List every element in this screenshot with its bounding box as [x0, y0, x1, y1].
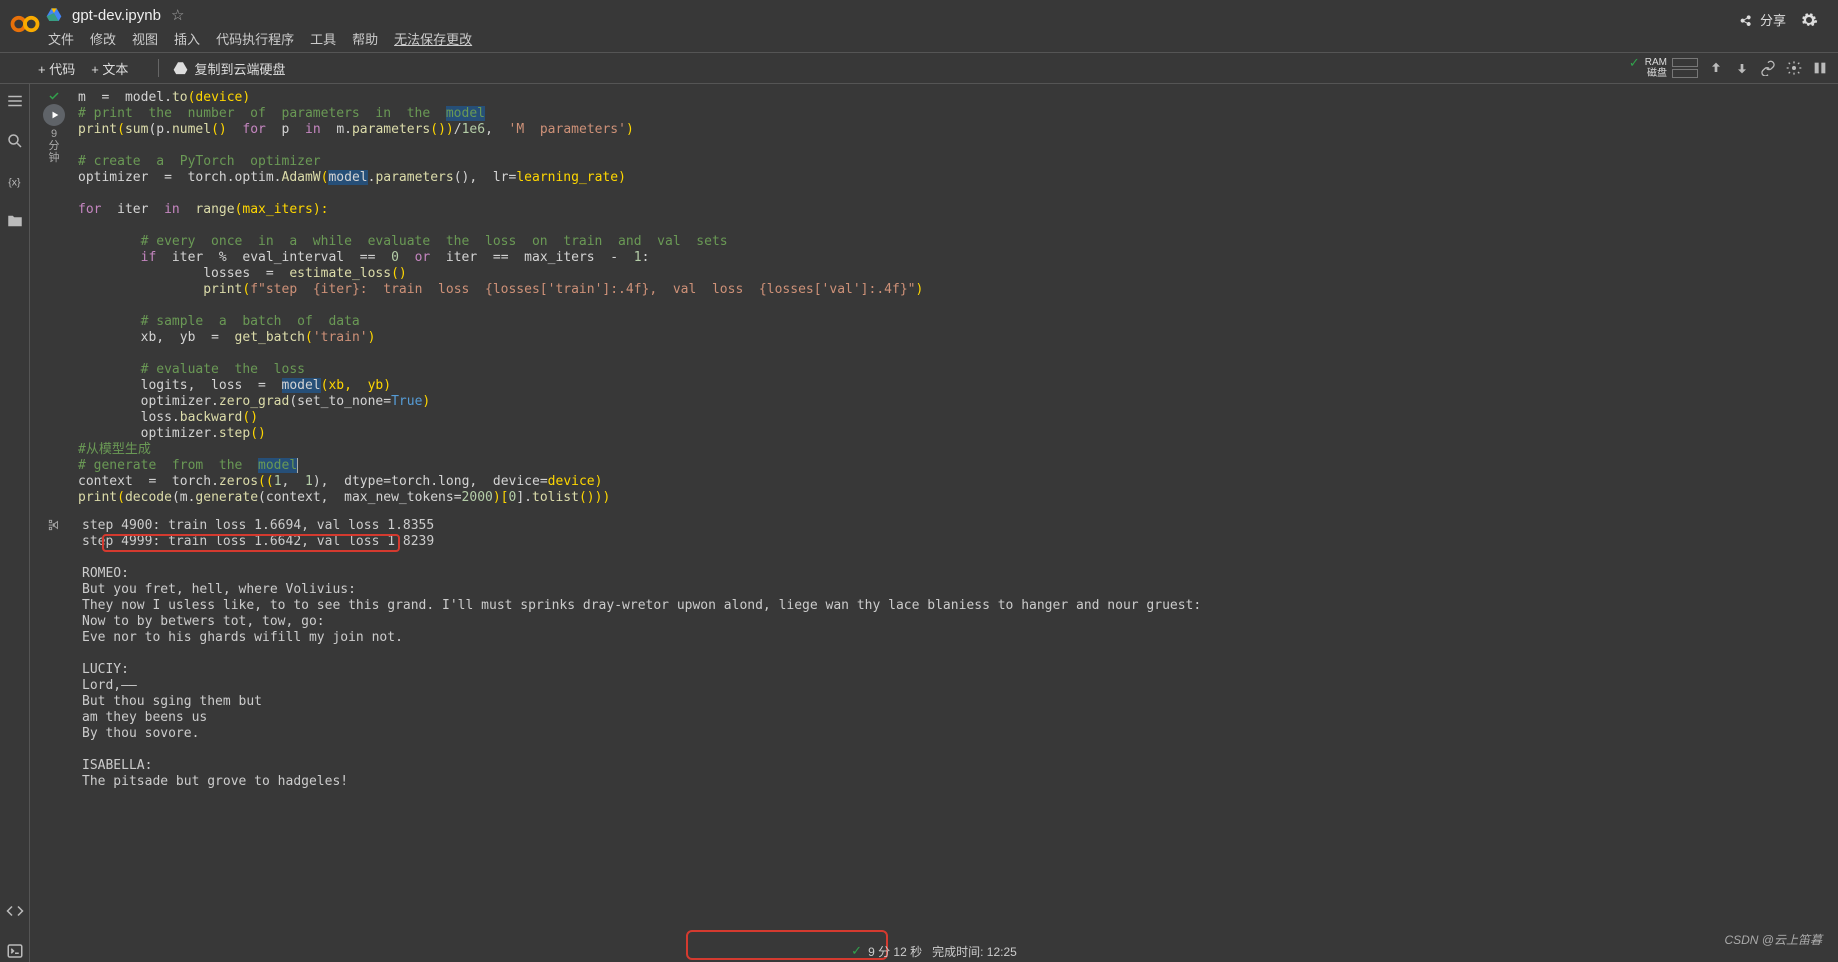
code-editor[interactable]: m = model.to(device) # print the number … — [74, 84, 1838, 514]
file-name[interactable]: gpt-dev.ipynb — [72, 7, 161, 24]
code-snippets-icon[interactable] — [4, 900, 26, 922]
search-icon[interactable] — [4, 130, 26, 152]
menu-help[interactable]: 帮助 — [352, 29, 378, 48]
mirror-icon[interactable] — [1812, 60, 1828, 76]
star-icon[interactable]: ☆ — [171, 6, 184, 24]
toolbar: + 代码 + 文本 复制到云端硬盘 ✓RAM 磁盘 — [0, 52, 1838, 84]
save-status[interactable]: 无法保存更改 — [394, 29, 472, 48]
add-text-button[interactable]: + 文本 — [91, 59, 128, 78]
move-up-icon[interactable] — [1708, 60, 1724, 76]
code-cell[interactable]: 9分钟 m = model.to(device) # print the num… — [30, 84, 1838, 514]
cell-gear-icon[interactable] — [1786, 60, 1802, 76]
output-text: step 4900: train loss 1.6694, val loss 1… — [74, 514, 1838, 794]
folder-icon[interactable] — [4, 210, 26, 232]
svg-text:{x}: {x} — [8, 177, 21, 189]
status-bar: ✓9 分 12 秒 完成时间: 12:25 — [30, 940, 1838, 962]
check-icon — [48, 90, 60, 102]
resource-indicator[interactable]: ✓RAM 磁盘 — [1629, 57, 1698, 79]
left-sidebar: {x} — [0, 84, 30, 962]
menu-view[interactable]: 视图 — [132, 29, 158, 48]
move-down-icon[interactable] — [1734, 60, 1750, 76]
run-button[interactable] — [43, 104, 65, 126]
menu-edit[interactable]: 修改 — [90, 29, 116, 48]
menu-tools[interactable]: 工具 — [310, 29, 336, 48]
menu-file[interactable]: 文件 — [48, 29, 74, 48]
link-icon[interactable] — [1760, 60, 1776, 76]
output-arrow-icon[interactable] — [47, 518, 61, 532]
header: gpt-dev.ipynb ☆ 文件 修改 视图 插入 代码执行程序 工具 帮助… — [0, 0, 1838, 52]
add-code-button[interactable]: + 代码 — [38, 59, 75, 78]
output-cell: step 4900: train loss 1.6694, val loss 1… — [30, 514, 1838, 794]
drive-icon — [46, 7, 62, 23]
colab-logo[interactable] — [10, 9, 40, 39]
copy-to-drive-button[interactable]: 复制到云端硬盘 — [173, 59, 285, 78]
gear-icon[interactable] — [1800, 11, 1818, 29]
toc-icon[interactable] — [4, 90, 26, 112]
terminal-icon[interactable] — [4, 940, 26, 962]
watermark: CSDN @云上笛暮 — [1724, 931, 1822, 948]
menu-bar: 文件 修改 视图 插入 代码执行程序 工具 帮助 无法保存更改 — [46, 26, 1738, 50]
menu-runtime[interactable]: 代码执行程序 — [216, 29, 294, 48]
vars-icon[interactable]: {x} — [4, 170, 26, 192]
main-area: 9分钟 m = model.to(device) # print the num… — [30, 84, 1838, 962]
share-button[interactable]: 分享 — [1738, 10, 1786, 29]
menu-insert[interactable]: 插入 — [174, 29, 200, 48]
